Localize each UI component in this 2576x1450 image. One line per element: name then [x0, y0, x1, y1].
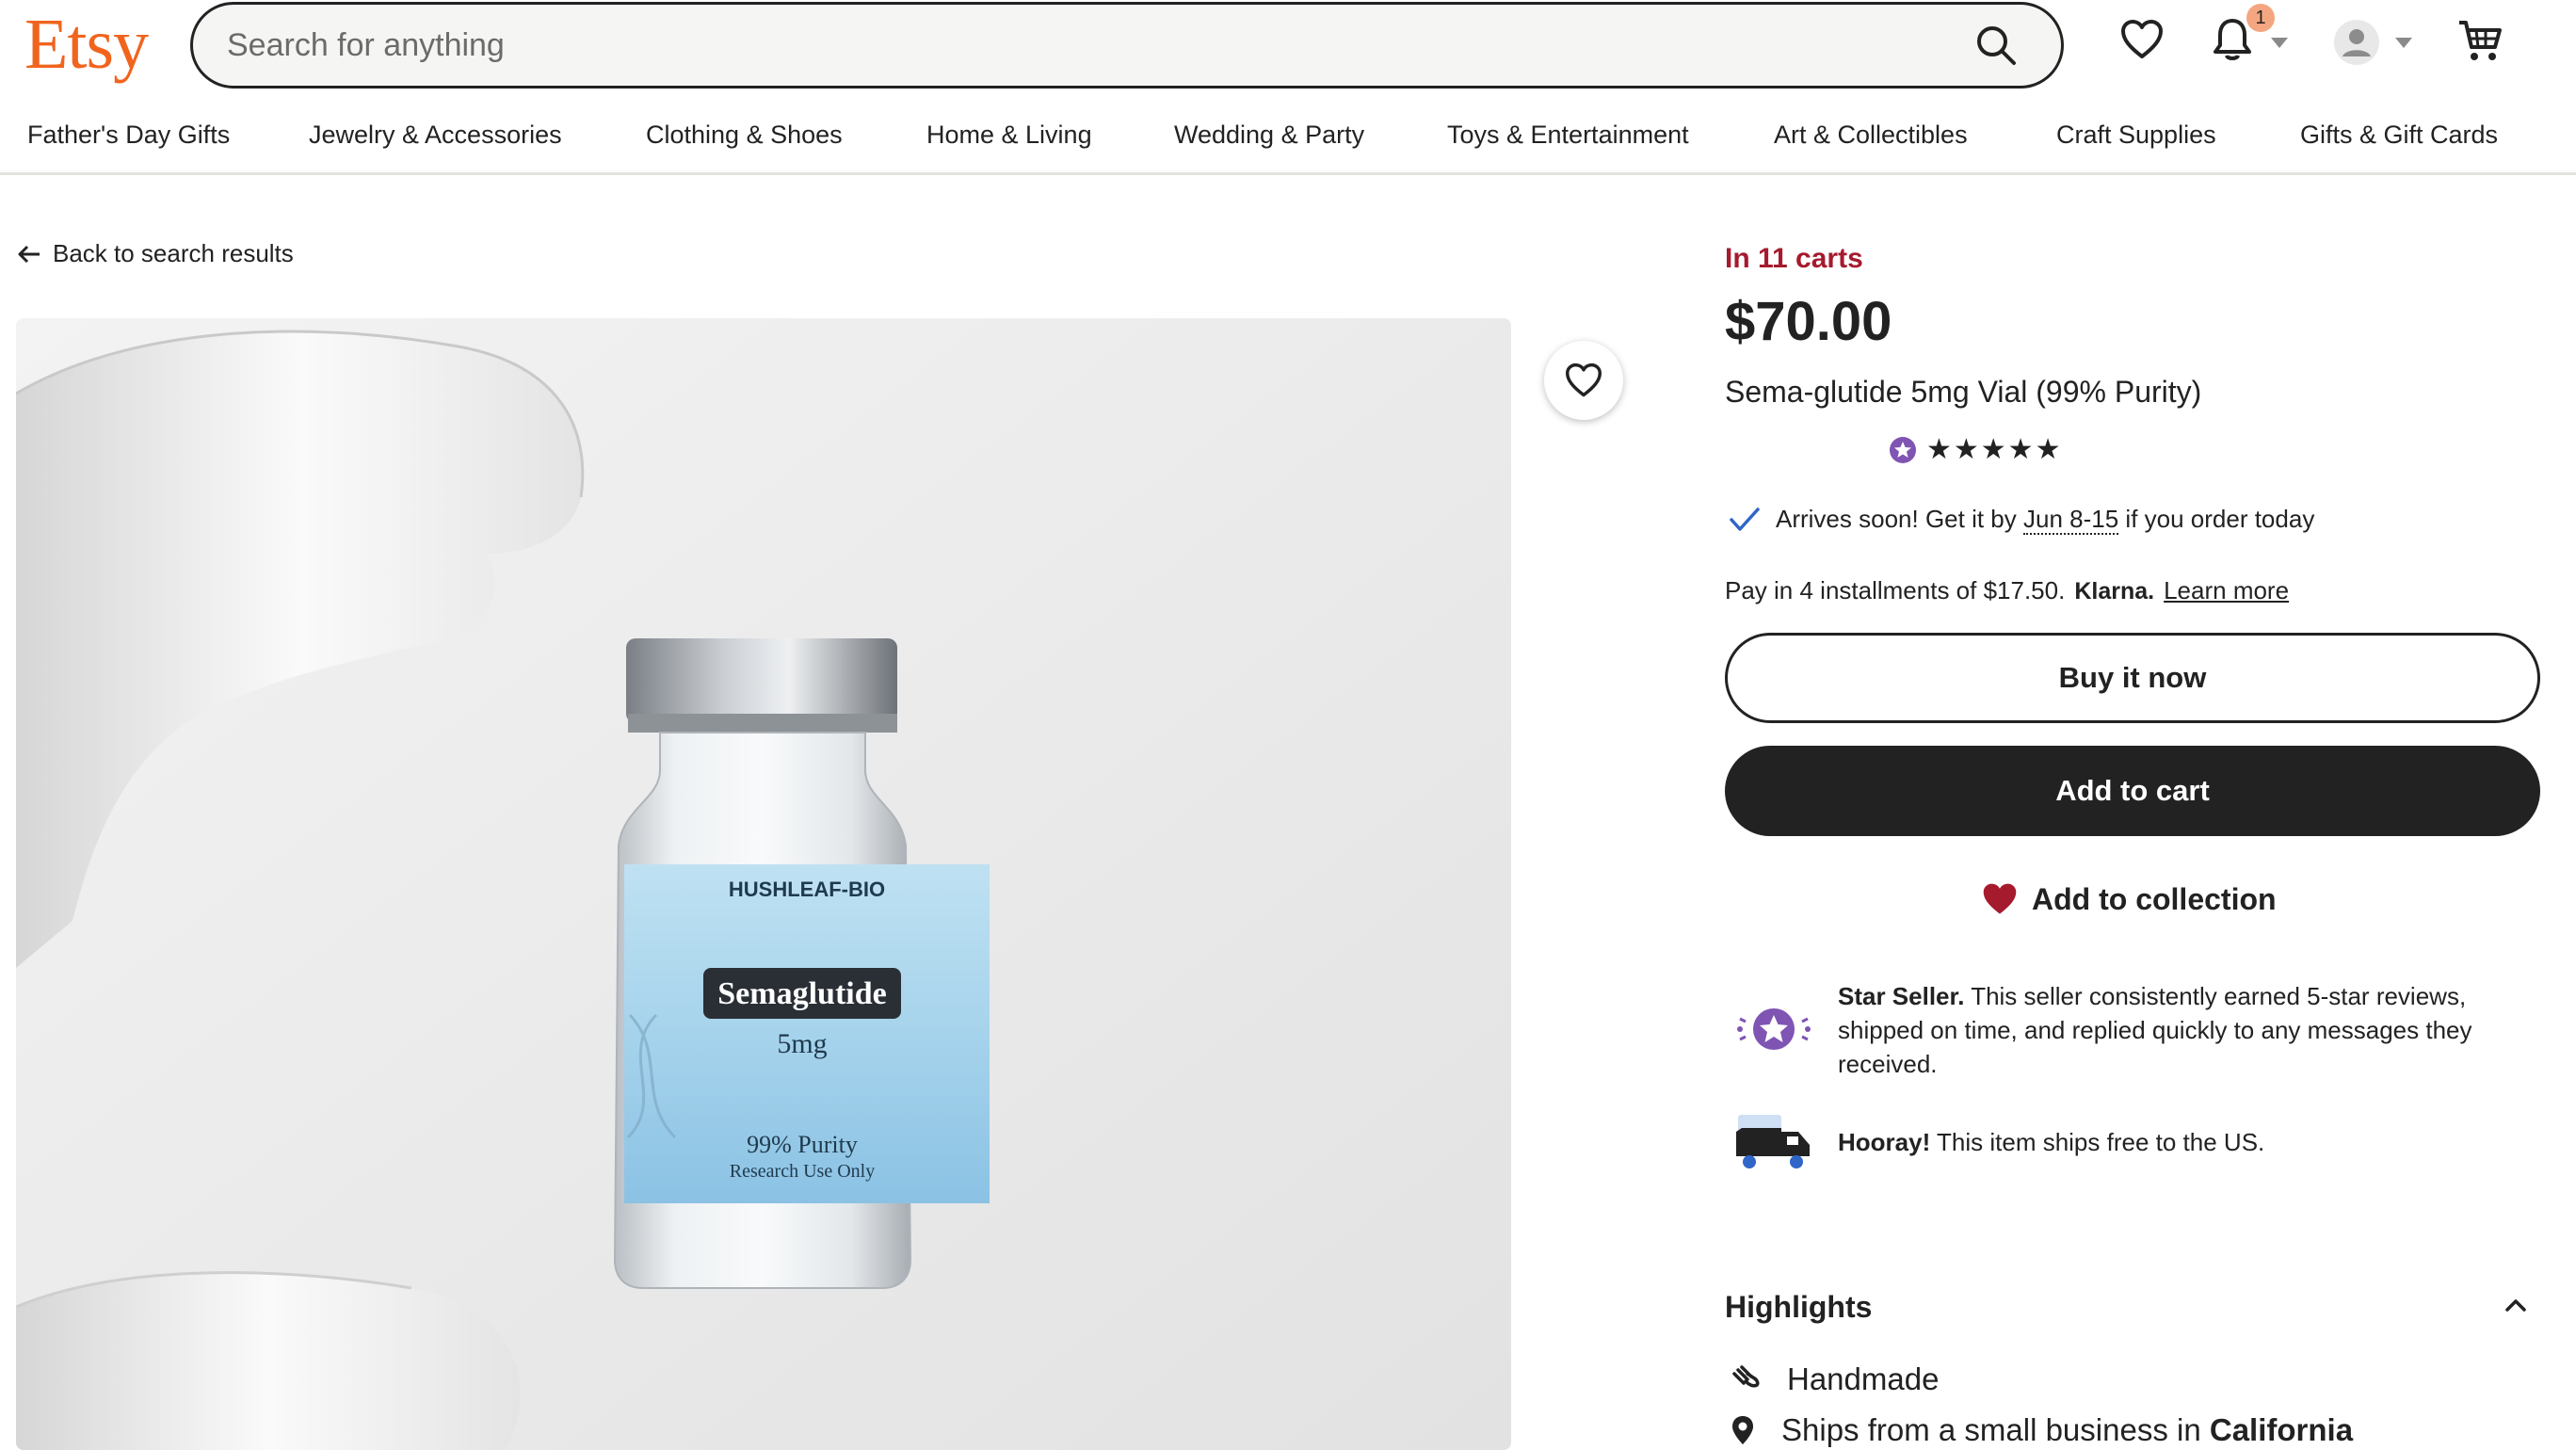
site-header: Etsy 1 — [0, 0, 2576, 90]
highlight-ships-location: California — [2209, 1412, 2354, 1447]
star-seller-title: Star Seller. — [1838, 982, 1965, 1010]
chevron-down-icon[interactable] — [2271, 38, 2288, 48]
location-pin-icon — [1732, 1416, 1753, 1444]
shipping-truck-icon — [1736, 1115, 1810, 1168]
highlight-handmade-label: Handmade — [1787, 1361, 1940, 1396]
category-nav: Father's Day Gifts Jewelry & Accessories… — [0, 113, 2576, 175]
checkmark-icon — [1730, 507, 1760, 531]
nav-item-home-living[interactable]: Home & Living — [926, 121, 1092, 150]
arrives-date[interactable]: Jun 8-15 — [2023, 505, 2119, 535]
nav-item-art[interactable]: Art & Collectibles — [1774, 121, 1968, 150]
heart-outline-icon — [1566, 362, 1602, 397]
etsy-logo[interactable]: Etsy — [24, 2, 149, 87]
learn-more-link[interactable]: Learn more — [2164, 576, 2289, 605]
nav-item-wedding[interactable]: Wedding & Party — [1174, 121, 1364, 150]
listing-title: Sema-glutide 5mg Vial (99% Purity) — [1725, 375, 2202, 409]
hooray-description: This item ships free to the US. — [1937, 1128, 2265, 1156]
vial-note: Research Use Only — [730, 1161, 875, 1182]
add-to-collection-button[interactable]: Add to collection — [1981, 881, 2277, 917]
nav-item-gifts[interactable]: Gifts & Gift Cards — [2300, 121, 2498, 150]
favorites-heart-icon[interactable] — [2120, 19, 2164, 60]
handmade-hand-icon — [1732, 1365, 1760, 1388]
product-photo: HUSHLEAF-BIO Semaglutide 5mg 99% Purity … — [16, 318, 1511, 1450]
chevron-down-icon[interactable] — [2395, 38, 2412, 48]
highlight-ships-label: Ships from a small business in — [1781, 1412, 2201, 1447]
add-to-collection-label: Add to collection — [2032, 881, 2277, 916]
star-seller-icon — [1737, 1008, 1811, 1050]
arrow-left-icon — [18, 245, 40, 263]
nav-item-toys[interactable]: Toys & Entertainment — [1447, 121, 1689, 150]
vial-dose: 5mg — [777, 1028, 827, 1059]
arrives-prefix: Arrives soon! Get it by — [1776, 505, 2017, 533]
account-avatar-icon[interactable] — [2333, 19, 2380, 66]
nav-item-jewelry[interactable]: Jewelry & Accessories — [309, 121, 562, 150]
highlight-handmade: Handmade — [1731, 1361, 1939, 1397]
search-input[interactable] — [227, 5, 1922, 86]
back-link-label: Back to search results — [53, 239, 294, 267]
cart-icon[interactable] — [2457, 19, 2503, 62]
star-seller-badge-icon — [1890, 436, 1916, 463]
product-image[interactable]: HUSHLEAF-BIO Semaglutide 5mg 99% Purity … — [16, 318, 1511, 1450]
vial-drug-name: Semaglutide — [717, 976, 886, 1011]
highlight-ships-from: Ships from a small business in Californi… — [1731, 1412, 2353, 1448]
favorite-button[interactable] — [1544, 341, 1623, 420]
installments-info: Pay in 4 installments of $17.50. Klarna.… — [1725, 576, 2289, 605]
klarna-logo: Klarna. — [2074, 578, 2155, 604]
back-to-search-link[interactable]: Back to search results — [17, 239, 294, 268]
nav-item-clothing[interactable]: Clothing & Shoes — [646, 121, 843, 150]
add-to-cart-button[interactable]: Add to cart — [1725, 746, 2540, 836]
vial-brand-text: HUSHLEAF-BIO — [729, 878, 885, 901]
search-icon[interactable] — [1974, 24, 2018, 67]
notification-badge: 1 — [2246, 4, 2275, 32]
free-shipping-info: Hooray! This item ships free to the US. — [1732, 1109, 2542, 1175]
arrives-suffix: if you order today — [2125, 505, 2315, 533]
hooray-title: Hooray! — [1838, 1128, 1931, 1156]
price: $70.00 — [1725, 291, 1892, 352]
nav-item-craft[interactable]: Craft Supplies — [2056, 121, 2216, 150]
nav-item-fathers-day[interactable]: Father's Day Gifts — [27, 121, 230, 150]
notifications-bell-icon[interactable] — [2213, 17, 2252, 62]
delivery-estimate: Arrives soon! Get it by Jun 8-15 if you … — [1729, 505, 2315, 535]
star-rating: ★★★★★ — [1926, 434, 2063, 465]
search-bar[interactable] — [190, 2, 2064, 89]
heart-filled-icon — [1983, 883, 2017, 914]
rating[interactable]: ★★★★★ — [1889, 433, 2062, 466]
in-carts-label: In 11 carts — [1725, 243, 1863, 274]
vial-purity: 99% Purity — [747, 1131, 858, 1158]
installments-text: Pay in 4 installments of $17.50. — [1725, 576, 2066, 604]
chevron-up-icon[interactable] — [2504, 1297, 2527, 1313]
highlights-heading[interactable]: Highlights — [1725, 1290, 1872, 1325]
buy-it-now-button[interactable]: Buy it now — [1725, 633, 2540, 723]
